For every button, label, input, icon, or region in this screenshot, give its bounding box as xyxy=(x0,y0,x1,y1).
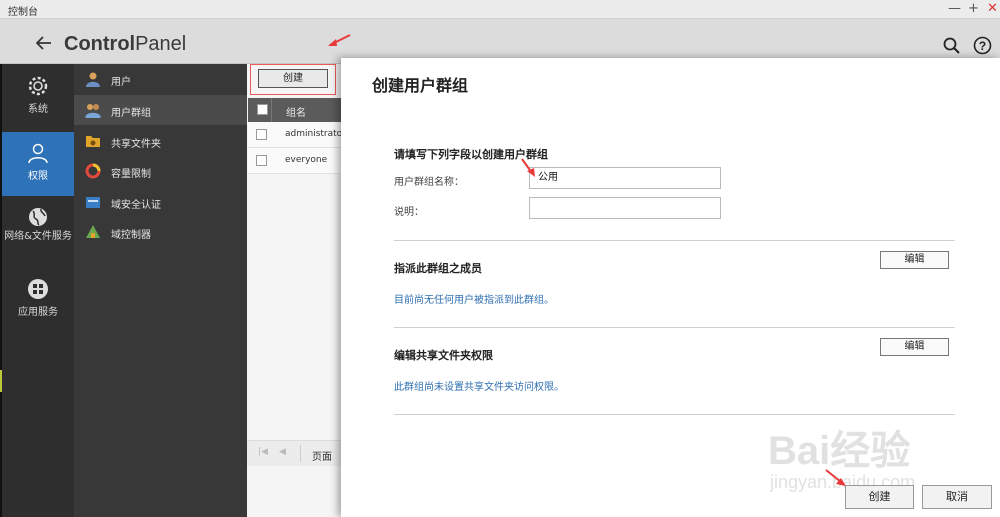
submenu-label-domain-controller: 域控制器 xyxy=(111,230,151,241)
pager: |◀ ◀ 页面 xyxy=(247,440,342,466)
section-divider xyxy=(394,240,955,241)
section-members-title: 指派此群组之成员 xyxy=(394,262,482,275)
create-group-button[interactable]: 创建 xyxy=(258,69,328,88)
rail-label-network: 网络&文件服务 xyxy=(4,231,72,242)
row-checkbox[interactable] xyxy=(256,155,267,166)
user-icon xyxy=(28,143,48,164)
column-group-name[interactable]: 组名 xyxy=(286,104,306,119)
maximize-button[interactable]: + xyxy=(968,1,979,17)
rail-item-network[interactable]: 网络&文件服务 xyxy=(2,206,74,264)
submenu-label-domain-auth: 域安全认证 xyxy=(111,200,161,211)
edge-strip xyxy=(0,64,2,517)
folder-share-icon xyxy=(86,136,100,147)
submenu-label-user-groups: 用户群组 xyxy=(111,108,151,119)
submenu-label-users: 用户 xyxy=(111,77,131,88)
domain-icon xyxy=(86,197,100,208)
submenu-panel: 用户 用户群组 共享文件夹 容量限制 域安全认证 域控制器 xyxy=(74,64,247,517)
section-divider xyxy=(394,327,955,328)
description-label: 说明： xyxy=(394,207,424,218)
back-arrow-icon[interactable] xyxy=(36,36,52,50)
submenu-item-domain-controller[interactable]: 域控制器 xyxy=(74,217,247,247)
gear-icon xyxy=(28,76,48,96)
help-icon[interactable]: ? xyxy=(973,36,992,55)
search-icon[interactable] xyxy=(943,37,960,54)
pager-divider xyxy=(300,445,301,462)
rail-label-apps: 应用服务 xyxy=(18,307,58,318)
app-title: ControlPanel xyxy=(64,33,186,56)
rail-label-permissions: 权限 xyxy=(28,171,48,182)
members-info: 目前尚无任何用户被指派到此群组。 xyxy=(394,295,554,306)
table-row[interactable]: administrato xyxy=(248,122,342,148)
row-checkbox[interactable] xyxy=(256,129,267,140)
rail-label-system: 系统 xyxy=(28,104,48,115)
quota-icon xyxy=(85,163,101,179)
first-page-icon[interactable]: |◀ xyxy=(258,447,268,457)
window-titlebar: 控制台 — + ✕ xyxy=(0,0,1000,19)
permissions-info: 此群组尚未设置共享文件夹访问权限。 xyxy=(394,382,564,393)
table-row[interactable]: everyone xyxy=(248,148,342,174)
user-icon xyxy=(86,72,100,87)
description-input[interactable] xyxy=(529,197,721,219)
page-label: 页面 xyxy=(312,452,332,463)
annotation-arrow xyxy=(328,34,351,46)
submenu-item-quota[interactable]: 容量限制 xyxy=(74,156,247,186)
minimize-button[interactable]: — xyxy=(948,1,961,17)
group-icon xyxy=(85,104,101,118)
submenu-item-domain-auth[interactable]: 域安全认证 xyxy=(74,187,247,217)
apps-icon xyxy=(28,279,48,299)
list-header: 组名 xyxy=(248,98,342,122)
dialog-title: 创建用户群组 xyxy=(372,76,469,95)
close-button[interactable]: ✕ xyxy=(987,1,998,17)
submenu-label-shared-folders: 共享文件夹 xyxy=(111,139,161,150)
row-group-name: administrato xyxy=(285,129,342,139)
header-divider xyxy=(271,98,272,122)
edit-members-button[interactable]: 编辑 xyxy=(880,251,949,269)
edit-permissions-button[interactable]: 编辑 xyxy=(880,338,949,356)
rail-item-permissions[interactable]: 权限 xyxy=(2,132,74,196)
svg-text:?: ? xyxy=(979,39,986,53)
create-button[interactable]: 创建 xyxy=(845,485,914,509)
annotation-arrow xyxy=(521,158,535,177)
window-title: 控制台 xyxy=(8,7,38,18)
group-name-label: 用户群组名称： xyxy=(394,177,464,188)
app-title-bold: Control xyxy=(64,33,136,55)
edge-marker xyxy=(0,370,2,392)
app-title-rest: Panel xyxy=(135,33,187,55)
submenu-item-user-groups[interactable]: 用户群组 xyxy=(74,95,247,125)
row-group-name: everyone xyxy=(285,155,328,165)
globe-icon xyxy=(29,208,47,226)
group-name-input[interactable]: 公用 xyxy=(529,167,721,189)
cancel-button[interactable]: 取消 xyxy=(922,485,992,509)
prev-page-icon[interactable]: ◀ xyxy=(279,447,286,457)
submenu-item-shared-folders[interactable]: 共享文件夹 xyxy=(74,126,247,156)
submenu-item-users[interactable]: 用户 xyxy=(74,64,247,94)
annotation-arrow xyxy=(825,469,846,486)
select-all-checkbox[interactable] xyxy=(257,104,268,115)
section-divider xyxy=(394,414,955,415)
controller-icon xyxy=(86,225,100,238)
rail-item-apps[interactable]: 应用服务 xyxy=(2,278,74,322)
section-permissions-title: 编辑共享文件夹权限 xyxy=(394,349,493,362)
category-rail: 系统 权限 网络&文件服务 应用服务 xyxy=(2,64,74,517)
rail-item-system[interactable]: 系统 xyxy=(2,72,74,128)
submenu-label-quota: 容量限制 xyxy=(111,169,151,180)
